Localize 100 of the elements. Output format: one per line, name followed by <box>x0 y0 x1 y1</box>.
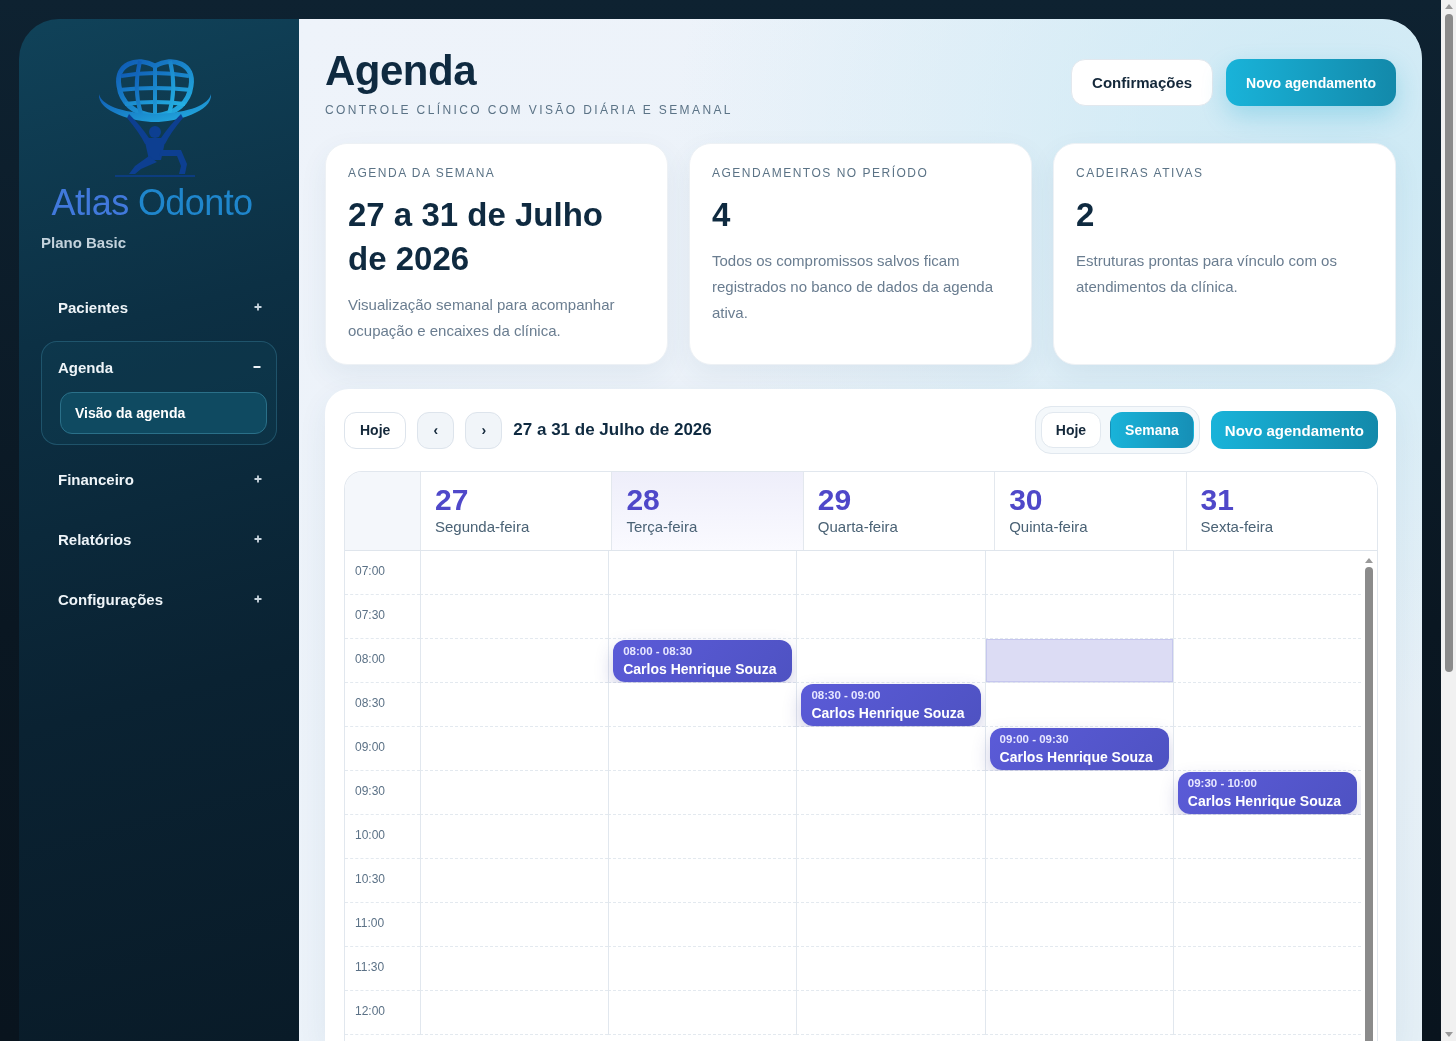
time-slot[interactable] <box>984 639 1173 683</box>
plus-icon <box>254 475 262 483</box>
patient-name: Carlos Henrique Souza <box>811 704 966 722</box>
nav-item[interactable]: Pacientes <box>41 281 277 333</box>
time-slot[interactable] <box>1172 947 1361 991</box>
nav-item[interactable]: Financeiro <box>41 453 277 505</box>
weekday-label: Terça-feira <box>626 517 699 537</box>
time-slot[interactable] <box>1172 815 1361 859</box>
time-slot[interactable] <box>608 595 797 639</box>
time-slot[interactable] <box>420 727 609 771</box>
patient-name: Carlos Henrique Souza <box>623 660 778 678</box>
nav-item[interactable]: Relatórios <box>41 513 277 565</box>
appointment-time: 08:30 - 09:00 <box>811 688 882 702</box>
time-slot[interactable] <box>796 771 985 815</box>
time-label: 10:30 <box>355 872 386 886</box>
time-slot[interactable] <box>420 815 609 859</box>
time-label: 11:30 <box>355 960 385 974</box>
time-slot[interactable] <box>1172 595 1361 639</box>
scroll-up-arrow-icon[interactable] <box>1365 558 1373 563</box>
next-button[interactable]: › <box>465 411 503 449</box>
time-slot[interactable] <box>796 991 985 1035</box>
time-slot[interactable] <box>796 815 985 859</box>
time-slot[interactable] <box>1172 683 1361 727</box>
view-tab[interactable]: Hoje <box>1040 412 1102 448</box>
logo-wordmark: Atlas Odonto <box>51 184 253 222</box>
time-label: 09:30 <box>355 784 386 798</box>
time-slot[interactable] <box>984 991 1173 1035</box>
time-slot[interactable] <box>608 551 797 595</box>
time-label: 07:00 <box>355 564 386 578</box>
time-slot[interactable] <box>420 859 609 903</box>
weekday-label: Quarta-feira <box>817 517 899 537</box>
appointment-time: 09:00 - 09:30 <box>999 732 1070 746</box>
time-label: 12:00 <box>355 1004 386 1018</box>
appointment-time: 09:30 - 10:00 <box>1187 776 1258 790</box>
time-slot[interactable] <box>420 595 609 639</box>
plan-label: Plano Basic <box>41 234 128 252</box>
stat-label: AGENDA DA SEMANA <box>348 166 497 180</box>
time-slot[interactable] <box>984 551 1173 595</box>
time-label: 07:30 <box>355 608 386 622</box>
time-slot[interactable] <box>984 683 1173 727</box>
time-slot[interactable] <box>608 947 797 991</box>
page-scrollbar[interactable] <box>1441 0 1456 1041</box>
time-slot[interactable] <box>796 947 985 991</box>
scroll-down-arrow-icon[interactable] <box>1444 1032 1453 1037</box>
time-label: 10:00 <box>355 828 386 842</box>
nav-subitem[interactable]: Visão da agenda <box>60 392 267 434</box>
time-slot[interactable] <box>420 551 609 595</box>
time-slot[interactable] <box>420 947 609 991</box>
time-slot[interactable] <box>1172 859 1361 903</box>
time-label: 11:00 <box>355 916 385 930</box>
time-slot[interactable] <box>796 639 985 683</box>
minus-icon <box>253 363 261 371</box>
time-slot[interactable] <box>608 815 797 859</box>
time-slot[interactable] <box>608 991 797 1035</box>
nav-item[interactable]: Configurações <box>41 573 277 625</box>
time-slot[interactable] <box>420 903 609 947</box>
time-slot[interactable] <box>984 815 1173 859</box>
time-slot[interactable] <box>1172 639 1361 683</box>
time-slot[interactable] <box>420 991 609 1035</box>
plus-icon <box>254 535 262 543</box>
stat-value: 2 <box>1076 195 1096 235</box>
time-slot[interactable] <box>984 903 1173 947</box>
stat-description: Estruturas prontas para vínculo com os atendimentos da clínica. <box>1076 251 1338 297</box>
time-slot[interactable] <box>1172 991 1361 1035</box>
time-slot[interactable] <box>984 771 1173 815</box>
confirmations-button[interactable]: Confirmações <box>1071 59 1214 106</box>
time-slot[interactable] <box>608 859 797 903</box>
time-slot[interactable] <box>796 903 985 947</box>
day-number: 29 <box>817 483 853 517</box>
time-slot[interactable] <box>420 683 609 727</box>
time-slot[interactable] <box>984 595 1173 639</box>
time-slot[interactable] <box>608 771 797 815</box>
stat-description: Todos os compromissos salvos ficam registrados no banco de dados da agenda ativa. <box>712 251 995 323</box>
previous-button[interactable]: ‹ <box>417 411 455 449</box>
time-slot[interactable] <box>984 859 1173 903</box>
day-number: 27 <box>435 483 470 517</box>
scrollbar-thumb[interactable] <box>1444 14 1453 672</box>
time-slot[interactable] <box>608 903 797 947</box>
page-title: Agenda <box>325 47 478 95</box>
time-slot[interactable] <box>1172 903 1361 947</box>
patient-name: Carlos Henrique Souza <box>1187 792 1343 810</box>
scrollbar-thumb[interactable] <box>1365 567 1373 1041</box>
time-slot[interactable] <box>796 551 985 595</box>
scroll-up-arrow-icon[interactable] <box>1444 4 1453 9</box>
today-button[interactable]: Hoje <box>344 411 407 449</box>
patient-name: Carlos Henrique Souza <box>999 748 1154 766</box>
time-slot[interactable] <box>608 683 797 727</box>
time-label: 08:00 <box>355 652 386 666</box>
time-slot[interactable] <box>796 727 985 771</box>
weekday-label: Quinta-feira <box>1009 517 1089 537</box>
time-slot[interactable] <box>984 947 1173 991</box>
time-slot[interactable] <box>420 771 609 815</box>
time-slot[interactable] <box>420 639 609 683</box>
time-slot[interactable] <box>796 859 985 903</box>
time-slot[interactable] <box>796 595 985 639</box>
time-slot[interactable] <box>1172 727 1361 771</box>
nav-item[interactable]: Agenda <box>42 342 276 392</box>
stat-label: AGENDAMENTOS NO PERÍODO <box>712 166 930 180</box>
time-slot[interactable] <box>608 727 797 771</box>
plus-icon <box>254 303 262 311</box>
